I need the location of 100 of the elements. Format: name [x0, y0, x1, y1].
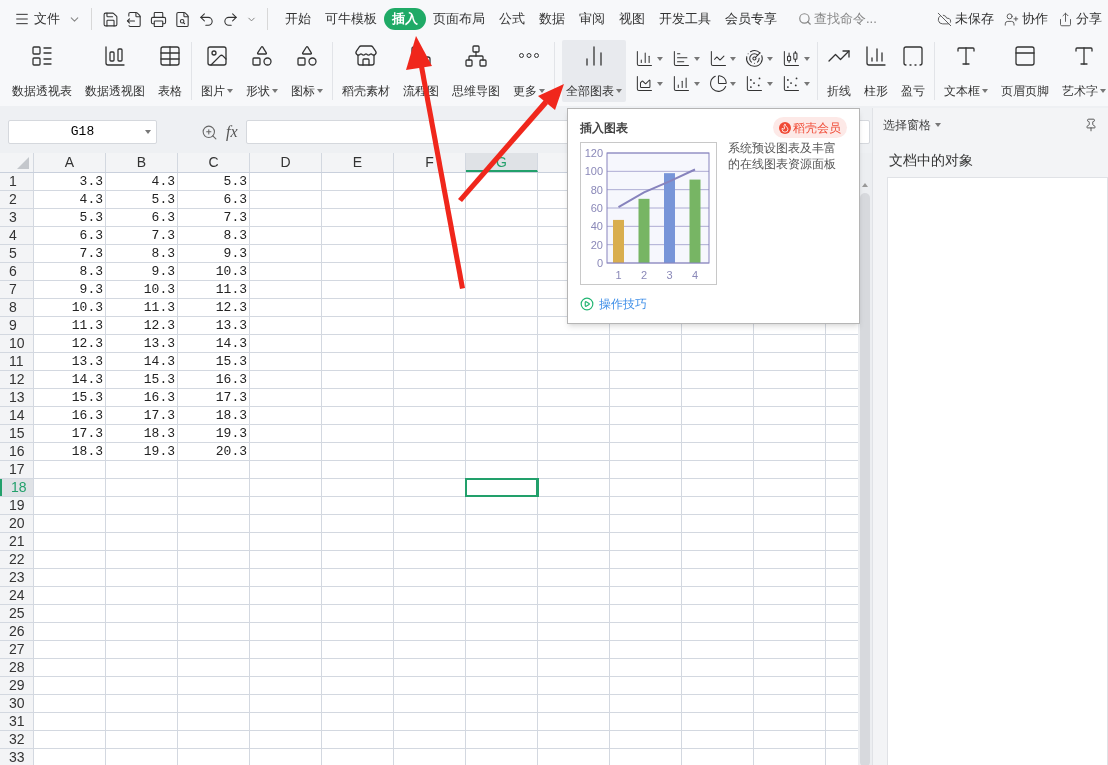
row-header[interactable]: 15 — [0, 425, 34, 442]
table-cell-text: 4.3 — [78, 191, 104, 208]
export-icon[interactable] — [126, 10, 143, 28]
table-cell-text: 11.3 — [214, 281, 248, 298]
row-header[interactable]: 22 — [0, 551, 34, 568]
ribbon-tab[interactable]: 开始 — [278, 8, 318, 30]
row-header[interactable]: 16 — [0, 443, 34, 460]
chart-type-button[interactable] — [782, 49, 810, 68]
popup-description: 系统预设图表及丰富的在线图表资源面板 — [728, 140, 837, 173]
chart-type-button[interactable] — [635, 74, 663, 93]
column-header[interactable]: A — [34, 153, 106, 172]
redo-icon[interactable] — [222, 10, 239, 28]
chart-type-button[interactable] — [671, 49, 700, 68]
column-chart-icon — [635, 49, 654, 68]
ribbon-button[interactable]: 折线 — [825, 40, 853, 102]
row-header[interactable]: 7 — [0, 281, 34, 298]
print-icon[interactable] — [150, 10, 167, 28]
row-header[interactable]: 28 — [0, 659, 34, 676]
ribbon-tab[interactable]: 页面布局 — [426, 8, 492, 30]
pane-title[interactable]: 选择窗格 — [883, 116, 941, 134]
row-header[interactable]: 1 — [0, 173, 34, 190]
zoom-icon[interactable] — [201, 123, 218, 141]
column-header[interactable]: B — [106, 153, 178, 172]
table-cell-text: 12.3 — [142, 317, 176, 334]
row-header[interactable]: 9 — [0, 317, 34, 334]
word-art-icon — [1072, 44, 1096, 68]
row-header[interactable]: 3 — [0, 209, 34, 226]
ribbon-button[interactable]: 稻壳素材 — [340, 40, 392, 102]
row-header[interactable]: 14 — [0, 407, 34, 424]
ribbon-tab[interactable]: 会员专享 — [718, 8, 784, 30]
row-header[interactable]: 26 — [0, 623, 34, 640]
row-header[interactable]: 24 — [0, 587, 34, 604]
table-cell-text: 3.3 — [78, 173, 104, 190]
row-header[interactable]: 2 — [0, 191, 34, 208]
ribbon-button[interactable]: 艺术字 — [1060, 40, 1108, 102]
row-header[interactable]: 29 — [0, 677, 34, 694]
column-header[interactable]: D — [250, 153, 322, 172]
ribbon-button[interactable]: 表格 — [156, 40, 184, 102]
row-header[interactable]: 11 — [0, 353, 34, 370]
row-header[interactable]: 19 — [0, 497, 34, 514]
row-header[interactable]: 10 — [0, 335, 34, 352]
caret-icon — [935, 123, 941, 127]
ribbon-button[interactable]: 数据透视表 — [10, 40, 74, 102]
row-header[interactable]: 4 — [0, 227, 34, 244]
undo-icon[interactable] — [198, 10, 215, 28]
row-header[interactable]: 8 — [0, 299, 34, 316]
header-action[interactable]: 分享 — [1058, 9, 1102, 29]
chart-type-button[interactable] — [671, 74, 700, 93]
file-menu[interactable]: 文件 — [0, 6, 85, 32]
ribbon-button[interactable]: 更多 — [511, 40, 547, 102]
ribbon-tab[interactable]: 视图 — [612, 8, 652, 30]
ribbon-button[interactable]: 数据透视图 — [83, 40, 147, 102]
tips-link[interactable]: 操作技巧 — [580, 295, 647, 313]
header-action[interactable]: 未保存 — [937, 9, 994, 29]
row-header[interactable]: 12 — [0, 371, 34, 388]
ribbon-button[interactable]: 柱形 — [862, 40, 890, 102]
row-header[interactable]: 25 — [0, 605, 34, 622]
function-label[interactable]: fx — [226, 120, 238, 144]
row-header[interactable]: 33 — [0, 749, 34, 765]
row-header[interactable]: 23 — [0, 569, 34, 586]
row-header[interactable]: 32 — [0, 731, 34, 748]
chart-type-button[interactable] — [635, 49, 663, 68]
ribbon-button[interactable]: 形状 — [244, 40, 280, 102]
caret-icon — [804, 56, 810, 61]
ribbon-button[interactable]: 图片 — [199, 40, 235, 102]
chart-type-button[interactable] — [745, 74, 774, 93]
ribbon-button[interactable]: 图标 — [289, 40, 325, 102]
chart-type-button[interactable] — [708, 49, 737, 68]
ribbon-tab[interactable]: 可牛模板 — [318, 8, 384, 30]
ribbon-tab[interactable]: 数据 — [532, 8, 572, 30]
ribbon-button[interactable]: 页眉页脚 — [999, 40, 1051, 102]
row-header[interactable]: 31 — [0, 713, 34, 730]
ribbon-button[interactable]: 文本框 — [942, 40, 990, 102]
row-header[interactable]: 6 — [0, 263, 34, 280]
chart-type-button[interactable] — [708, 74, 737, 93]
chart-type-button[interactable] — [745, 49, 774, 68]
ribbon-tab[interactable]: 开发工具 — [652, 8, 718, 30]
row-header[interactable]: 5 — [0, 245, 34, 262]
search-field[interactable]: 查找命令... — [814, 9, 894, 29]
row-header[interactable]: 13 — [0, 389, 34, 406]
print-preview-icon[interactable] — [174, 10, 191, 28]
ribbon-tab[interactable]: 审阅 — [572, 8, 612, 30]
table-cell-text: 13.3 — [142, 335, 176, 352]
chart-type-button[interactable] — [782, 74, 810, 93]
header-action[interactable]: 协作 — [1004, 9, 1048, 29]
row-header[interactable]: 20 — [0, 515, 34, 532]
row-header[interactable]: 17 — [0, 461, 34, 478]
ribbon-button[interactable]: 全部图表 — [562, 40, 626, 102]
row-header[interactable]: 21 — [0, 533, 34, 550]
table-cell-text: 9.3 — [78, 281, 104, 298]
pin-icon[interactable] — [1084, 118, 1098, 132]
column-header[interactable]: C — [178, 153, 250, 172]
row-header[interactable]: 27 — [0, 641, 34, 658]
row-header[interactable]: 30 — [0, 695, 34, 712]
ribbon-tab[interactable]: 公式 — [492, 8, 532, 30]
name-box[interactable]: G18 — [8, 120, 157, 144]
save-icon[interactable] — [102, 10, 119, 28]
column-header[interactable]: E — [322, 153, 394, 172]
ribbon-button[interactable]: 思维导图 — [450, 40, 502, 102]
ribbon-button[interactable]: 盈亏 — [899, 40, 927, 102]
